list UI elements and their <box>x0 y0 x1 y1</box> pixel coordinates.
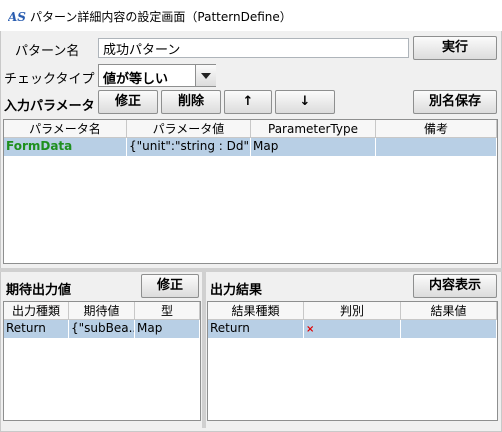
run-button[interactable]: 実行 <box>413 36 497 60</box>
type-cell[interactable]: Map <box>135 320 200 338</box>
col-header-judge[interactable]: 判別 <box>304 302 401 320</box>
param-note-cell[interactable] <box>376 138 497 156</box>
output-kind-cell[interactable]: Return <box>4 320 69 338</box>
dropdown-button[interactable] <box>195 65 216 86</box>
pattern-name-label: パターン名 <box>15 44 80 59</box>
col-header-expected-value[interactable]: 期待値 <box>69 302 135 320</box>
fail-x-icon: × <box>306 324 315 335</box>
col-header-param-name[interactable]: パラメータ名 <box>4 120 127 138</box>
col-header-param-value[interactable]: パラメータ値 <box>127 120 251 138</box>
window-title: パターン詳細内容の設定画面（PatternDefine） <box>30 10 292 24</box>
expected-output-table[interactable]: 出力種類 期待値 型 Return {"subBea... Map <box>3 301 201 421</box>
chevron-down-icon <box>201 73 211 79</box>
table-row[interactable]: FormData {"unit":"string : Dd","... Map <box>4 138 497 156</box>
col-header-param-type[interactable]: ParameterType <box>251 120 376 138</box>
param-table[interactable]: パラメータ名 パラメータ値 ParameterType 備考 FormData … <box>3 119 498 264</box>
col-header-note[interactable]: 備考 <box>376 120 497 138</box>
title-bar: AS パターン詳細内容の設定画面（PatternDefine） <box>0 0 502 31</box>
col-header-result-value[interactable]: 結果値 <box>401 302 497 320</box>
check-type-value: 値が等しい <box>103 72 169 87</box>
move-down-button[interactable]: ↓ <box>275 90 335 114</box>
check-type-select[interactable]: 値が等しい <box>98 64 216 87</box>
col-header-output-kind[interactable]: 出力種類 <box>4 302 69 320</box>
app-logo-icon: AS <box>8 10 26 24</box>
param-type-cell[interactable]: Map <box>251 138 376 156</box>
output-result-table[interactable]: 結果種類 判別 結果値 Return × <box>207 301 498 421</box>
param-value-cell[interactable]: {"unit":"string : Dd","... <box>127 138 251 156</box>
svg-text:AS: AS <box>8 10 26 24</box>
col-header-type[interactable]: 型 <box>135 302 200 320</box>
input-params-label: 入力パラメータ <box>4 99 95 114</box>
pattern-name-input[interactable] <box>98 38 409 58</box>
col-header-result-kind[interactable]: 結果種類 <box>208 302 304 320</box>
judge-cell[interactable]: × <box>304 320 401 338</box>
param-name-cell[interactable]: FormData <box>4 138 127 156</box>
table-row[interactable]: Return {"subBea... Map <box>4 320 200 338</box>
move-up-button[interactable]: ↑ <box>224 90 272 114</box>
expected-value-cell[interactable]: {"subBea... <box>69 320 135 338</box>
delete-param-button[interactable]: 削除 <box>161 90 221 114</box>
result-kind-cell[interactable]: Return <box>208 320 304 338</box>
check-type-label: チェックタイプ <box>4 72 95 87</box>
save-as-button[interactable]: 別名保存 <box>413 90 497 114</box>
result-value-cell[interactable] <box>401 320 497 338</box>
show-content-button[interactable]: 内容表示 <box>413 274 497 298</box>
edit-param-button[interactable]: 修正 <box>98 90 158 114</box>
vertical-divider[interactable] <box>202 272 206 428</box>
output-result-label: 出力結果 <box>210 283 263 298</box>
edit-expected-button[interactable]: 修正 <box>141 274 199 298</box>
split-divider[interactable] <box>0 268 502 272</box>
expected-output-label: 期待出力値 <box>6 283 72 298</box>
table-row[interactable]: Return × <box>208 320 497 338</box>
